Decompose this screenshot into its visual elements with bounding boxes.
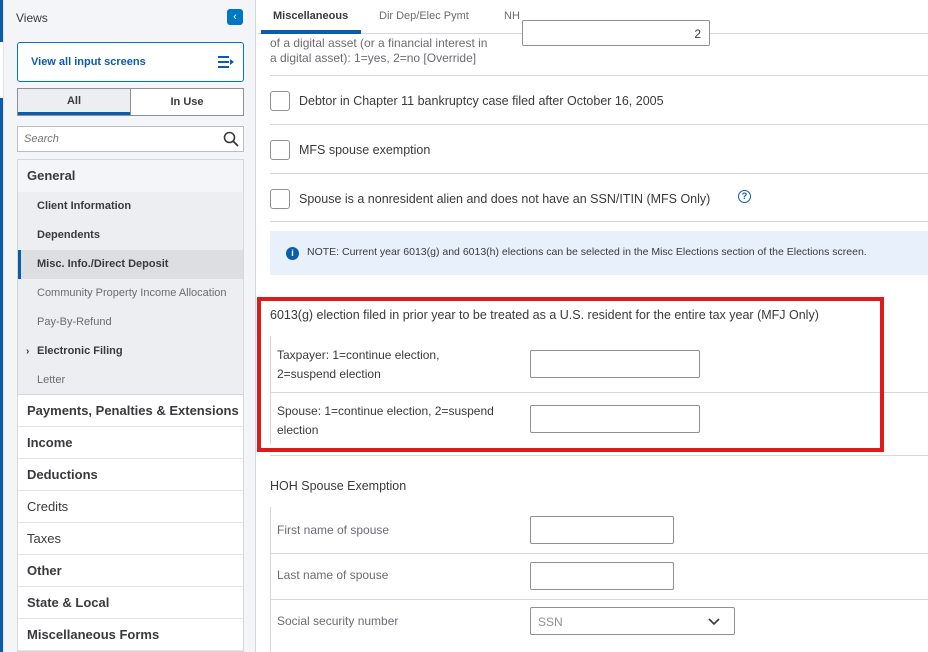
active-tab-indicator xyxy=(261,30,361,34)
tab-nh[interactable]: NH xyxy=(504,10,520,22)
help-icon[interactable]: ? xyxy=(738,190,751,203)
nav-item-electronic-filing-label: Electronic Filing xyxy=(37,345,123,357)
nav-group-general[interactable]: General xyxy=(18,160,243,192)
ssn-label: Social security number xyxy=(277,614,399,628)
info-icon: i xyxy=(286,247,299,260)
divider xyxy=(270,173,928,174)
nonresident-spouse-label: Spouse is a nonresident alien and does n… xyxy=(299,192,711,206)
chevron-down-icon xyxy=(708,618,720,626)
digital-asset-value: 2 xyxy=(694,27,701,41)
nav-item-letter[interactable]: Letter xyxy=(18,366,243,395)
nav-group-state-local[interactable]: State & Local xyxy=(18,587,243,619)
nav-item-electronic-filing[interactable]: › Electronic Filing xyxy=(18,337,243,366)
input-screen: Miscellaneous Dir Dep/Elec Pymt NH of a … xyxy=(257,0,928,652)
tab-dir-dep-elec-pymt[interactable]: Dir Dep/Elec Pymt xyxy=(379,10,469,22)
edge-accent-lower xyxy=(0,98,3,652)
last-name-input[interactable] xyxy=(530,562,674,590)
ssn-dropdown[interactable]: SSN xyxy=(530,607,735,635)
nav-item-client-information[interactable]: Client Information xyxy=(18,192,243,221)
nav-item-dependents[interactable]: Dependents xyxy=(18,221,243,250)
tab-miscellaneous[interactable]: Miscellaneous xyxy=(273,10,348,22)
nav-item-misc-info-direct-deposit[interactable]: Misc. Info./Direct Deposit xyxy=(18,250,243,279)
nav-group-payments-penalties[interactable]: Payments, Penalties & Extensions xyxy=(18,395,243,427)
divider xyxy=(270,75,928,76)
chevron-left-icon[interactable]: ‹ xyxy=(227,9,243,25)
nav-group-income[interactable]: Income xyxy=(18,427,243,459)
digital-asset-label-line2: a digital asset): 1=yes, 2=no [Override] xyxy=(270,51,477,65)
mfs-spouse-exemption-checkbox[interactable] xyxy=(270,140,290,160)
divider xyxy=(270,455,928,456)
first-name-label: First name of spouse xyxy=(277,523,390,537)
chevron-right-icon: › xyxy=(26,346,30,357)
screen-navigation: General Client Information Dependents Mi… xyxy=(17,159,244,652)
nav-item-pay-by-refund[interactable]: Pay-By-Refund xyxy=(18,308,243,337)
divider xyxy=(270,124,928,125)
first-name-input[interactable] xyxy=(530,516,674,544)
nav-item-community-property[interactable]: Community Property Income Allocation xyxy=(18,279,243,308)
highlight-box xyxy=(257,297,884,452)
view-filter-toggle: All In Use xyxy=(17,88,244,116)
view-all-label: View all input screens xyxy=(31,56,146,68)
digital-asset-input[interactable]: 2 xyxy=(522,20,710,46)
filter-in-use-button[interactable]: In Use xyxy=(130,89,243,115)
ssn-placeholder: SSN xyxy=(538,615,563,629)
divider xyxy=(271,553,928,554)
elections-note-text: NOTE: Current year 6013(g) and 6013(h) e… xyxy=(307,246,867,258)
search-icon[interactable] xyxy=(223,131,239,147)
view-all-input-screens-button[interactable]: View all input screens xyxy=(17,42,244,82)
nonresident-spouse-checkbox[interactable] xyxy=(270,189,290,209)
divider xyxy=(270,221,928,222)
elections-note: i NOTE: Current year 6013(g) and 6013(h)… xyxy=(270,231,928,275)
nav-group-misc-forms[interactable]: Miscellaneous Forms xyxy=(18,619,243,651)
debtor-chapter11-label: Debtor in Chapter 11 bankruptcy case fil… xyxy=(299,94,664,108)
nav-group-other[interactable]: Other xyxy=(18,555,243,587)
last-name-label: Last name of spouse xyxy=(277,568,389,582)
nav-group-taxes[interactable]: Taxes xyxy=(18,523,243,555)
mfs-spouse-exemption-label: MFS spouse exemption xyxy=(299,143,431,157)
debtor-chapter11-checkbox[interactable] xyxy=(270,91,290,111)
digital-asset-label-line1: of a digital asset (or a financial inter… xyxy=(270,36,488,50)
filter-all-button[interactable]: All xyxy=(18,89,130,115)
edge-accent xyxy=(0,0,3,42)
nav-group-deductions[interactable]: Deductions xyxy=(18,459,243,491)
divider xyxy=(271,599,928,600)
list-menu-icon xyxy=(218,56,234,68)
sidebar-search xyxy=(17,126,244,152)
views-sidebar: Views ‹ View all input screens All In Us… xyxy=(4,0,256,652)
hoh-section-heading: HOH Spouse Exemption xyxy=(270,479,407,493)
nav-group-credits[interactable]: Credits xyxy=(18,491,243,523)
views-title: Views xyxy=(16,11,48,25)
section-left-rule xyxy=(270,507,271,652)
search-input[interactable] xyxy=(18,127,213,151)
